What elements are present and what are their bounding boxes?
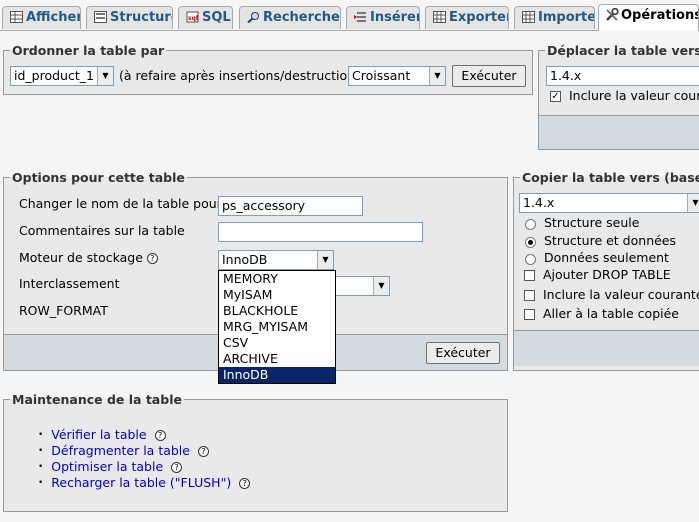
- maintenance-legend: Maintenance de la table: [12, 392, 182, 407]
- engine-option[interactable]: ARCHIVE: [219, 351, 335, 367]
- move-db-input[interactable]: 1.4.x: [546, 66, 699, 86]
- rename-label: Changer le nom de la table pour: [19, 196, 222, 211]
- tab-operations-label: Opérations: [621, 8, 699, 23]
- engine-label-text: Moteur de stockage: [19, 250, 143, 265]
- chevron-down-icon: ▼: [687, 194, 699, 212]
- engine-value: InnoDB: [222, 252, 268, 267]
- goto-copied-checkbox[interactable]: [524, 309, 535, 320]
- import-icon: [522, 9, 535, 23]
- operations-icon: [605, 7, 619, 21]
- tab-search[interactable]: Rechercher: [239, 6, 341, 29]
- check-table-link[interactable]: Vérifier la table: [51, 427, 146, 442]
- comment-input[interactable]: [218, 222, 423, 242]
- tab-operations[interactable]: Opérations: [598, 4, 699, 31]
- order-direction-select[interactable]: Croissant ▼: [348, 66, 446, 86]
- chevron-down-icon: ▼: [317, 251, 333, 269]
- table-options-legend: Options pour cette table: [12, 170, 185, 185]
- add-drop-checkbox[interactable]: [524, 270, 535, 281]
- list-item: • Optimiser la table?: [38, 459, 250, 475]
- radio-data-only[interactable]: [525, 254, 536, 265]
- copy-include-autoinc-label: Inclure la valeur courante de: [543, 287, 699, 302]
- order-note: (à refaire après insertions/destructions…: [119, 68, 367, 83]
- order-table-legend: Ordonner la table par: [12, 43, 165, 58]
- help-icon[interactable]: ?: [154, 430, 166, 441]
- copy-include-autoinc-checkbox[interactable]: [524, 290, 535, 301]
- collation-label: Interclassement: [19, 276, 120, 291]
- row-format-label: ROW_FORMAT: [19, 303, 108, 318]
- copy-table-footer: [514, 330, 699, 366]
- tab-insert[interactable]: Insérer: [346, 6, 420, 29]
- radio-data-only-label: Données seulement: [544, 250, 669, 265]
- radio-structure-data[interactable]: [525, 237, 536, 248]
- svg-text:sql: sql: [188, 15, 198, 22]
- order-direction-value: Croissant: [352, 68, 411, 83]
- tab-sql-label: SQL: [202, 10, 231, 25]
- flush-table-link[interactable]: Recharger la table ("FLUSH"): [51, 475, 231, 490]
- move-include-autoinc-label: Inclure la valeur couran: [569, 88, 699, 103]
- engine-option[interactable]: MRG_MYISAM: [219, 319, 335, 335]
- tab-import-label: Importer: [538, 10, 594, 25]
- radio-structure-only-label: Structure seule: [544, 215, 640, 230]
- help-icon[interactable]: ?: [171, 462, 183, 473]
- help-icon[interactable]: ?: [197, 446, 209, 457]
- insert-icon: [354, 9, 367, 22]
- move-table-legend: Déplacer la table vers (ba: [547, 43, 699, 58]
- radio-structure-only[interactable]: [525, 219, 536, 230]
- tab-sql[interactable]: sql SQL: [178, 6, 233, 29]
- help-icon[interactable]: ?: [239, 478, 251, 489]
- move-include-autoinc-checkbox[interactable]: ✓: [550, 91, 561, 102]
- options-execute-button[interactable]: Exécuter: [426, 342, 500, 364]
- add-drop-label: Ajouter DROP TABLE: [543, 267, 671, 282]
- radio-structure-data-label: Structure et données: [544, 233, 677, 248]
- engine-option[interactable]: BLACKHOLE: [219, 303, 335, 319]
- tab-search-label: Rechercher: [263, 10, 341, 25]
- tab-structure-label: Structure: [110, 10, 173, 25]
- tab-browse[interactable]: Afficher: [2, 6, 81, 29]
- tab-bar: Afficher Structure sql SQL Rechercher Ins…: [0, 0, 699, 31]
- chevron-down-icon: ▼: [429, 67, 445, 85]
- goto-copied-label: Aller à la table copiée: [543, 306, 679, 321]
- export-icon: [433, 9, 446, 23]
- sql-icon: sql: [186, 9, 199, 23]
- tab-insert-label: Insérer: [370, 10, 420, 25]
- search-icon: [247, 9, 260, 24]
- optimize-table-link[interactable]: Optimiser la table: [51, 459, 163, 474]
- engine-option[interactable]: MEMORY: [219, 271, 335, 287]
- structure-icon: [94, 9, 107, 23]
- tab-structure[interactable]: Structure: [86, 6, 173, 29]
- tab-export-label: Exporter: [449, 10, 509, 25]
- engine-option[interactable]: CSV: [219, 335, 335, 351]
- copy-db-select[interactable]: 1.4.x ▼: [519, 193, 699, 213]
- order-execute-button[interactable]: Exécuter: [452, 65, 526, 87]
- browse-icon: [10, 9, 23, 23]
- copy-db-value: 1.4.x: [523, 195, 555, 210]
- engine-option-selected[interactable]: InnoDB: [219, 367, 335, 383]
- defragment-table-link[interactable]: Défragmenter la table: [51, 443, 190, 458]
- chevron-down-icon: ▼: [373, 277, 389, 295]
- help-icon[interactable]: ?: [146, 253, 158, 264]
- engine-dropdown-list: MEMORY MyISAM BLACKHOLE MRG_MYISAM CSV A…: [218, 270, 336, 384]
- engine-select[interactable]: InnoDB ▼: [218, 250, 334, 270]
- tab-export[interactable]: Exporter: [425, 6, 509, 29]
- comment-label: Commentaires sur la table: [19, 223, 185, 238]
- list-item: • Défragmenter la table?: [38, 443, 250, 459]
- list-item: • Vérifier la table?: [38, 427, 250, 443]
- rename-input[interactable]: ps_accessory: [218, 196, 363, 216]
- engine-option[interactable]: MyISAM: [219, 287, 335, 303]
- tab-import[interactable]: Importer: [514, 6, 595, 29]
- move-table-footer: [539, 115, 699, 149]
- order-column-select[interactable]: id_product_1 ▼: [10, 66, 114, 86]
- maintenance-link-list: • Vérifier la table? • Défragmenter la t…: [38, 427, 251, 491]
- engine-label: Moteur de stockage?: [19, 250, 158, 265]
- list-item: • Recharger la table ("FLUSH")?: [38, 475, 251, 491]
- tab-browse-label: Afficher: [26, 10, 81, 25]
- copy-table-legend: Copier la table vers (base.ta: [522, 170, 699, 185]
- order-column-value: id_product_1: [14, 68, 94, 83]
- chevron-down-icon: ▼: [97, 67, 113, 85]
